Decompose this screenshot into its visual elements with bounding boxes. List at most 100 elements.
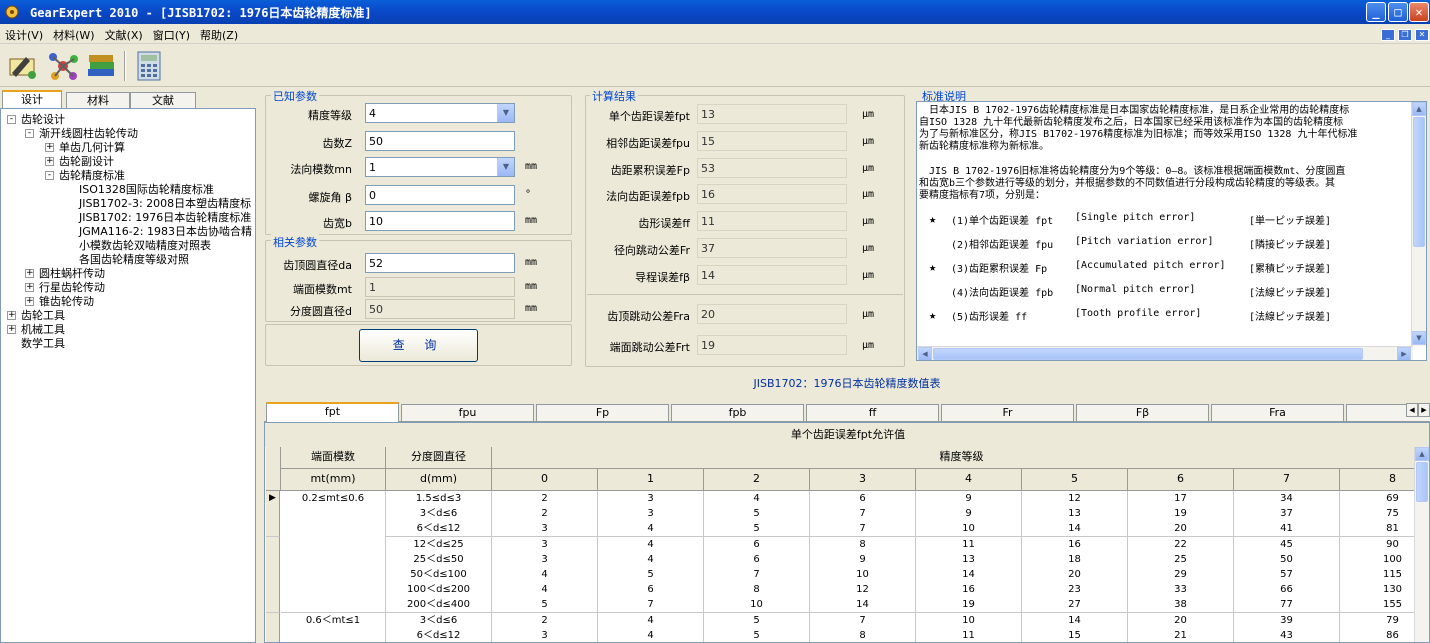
grid-cell-value[interactable]: 3 <box>492 551 598 568</box>
row-header[interactable] <box>266 597 280 614</box>
grid-cell-value[interactable]: 13 <box>1022 506 1128 523</box>
grid-cell-value[interactable]: 2 <box>492 612 598 629</box>
dropdown-arrow-icon[interactable]: ▼ <box>497 104 514 122</box>
expand-icon[interactable]: + <box>25 269 34 278</box>
tree-item[interactable]: 渐开线圆柱齿轮传动 <box>39 127 138 141</box>
grid-cell-value[interactable]: 4 <box>704 491 810 507</box>
grid-cell-value[interactable]: 33 <box>1128 582 1234 599</box>
grid-cell-value[interactable]: 37 <box>1234 506 1340 523</box>
mdi-minimize-icon[interactable]: _ <box>1381 29 1395 41</box>
grid-cell-value[interactable]: 57 <box>1234 567 1340 583</box>
grid-cell-value[interactable]: 43 <box>1234 627 1340 642</box>
grid-cell-value[interactable]: 12 <box>1022 491 1128 507</box>
grid-cell-value[interactable]: 25 <box>1128 551 1234 568</box>
grid-cell-value[interactable]: 6 <box>704 551 810 568</box>
expand-icon[interactable]: + <box>25 297 34 306</box>
menu-help[interactable]: 帮助(Z) <box>195 24 243 46</box>
row-header[interactable] <box>266 536 280 553</box>
row-header[interactable] <box>266 521 280 538</box>
grid-cell-value[interactable]: 14 <box>810 597 916 614</box>
row-header[interactable] <box>266 627 280 642</box>
known-field-input[interactable]: 0 <box>365 185 515 205</box>
grid-cell-value[interactable]: 5 <box>492 597 598 614</box>
tab-design[interactable]: 设计 <box>2 90 62 108</box>
menu-window[interactable]: 窗口(Y) <box>148 24 195 46</box>
grid-cell-value[interactable]: 27 <box>1022 597 1128 614</box>
grid-cell-value[interactable]: 20 <box>1128 521 1234 538</box>
tab-literature[interactable]: 文献 <box>130 92 196 108</box>
tree-item[interactable]: 小模数齿轮双啮精度对照表 <box>79 239 211 253</box>
grid-cell-mt[interactable] <box>281 536 386 553</box>
expand-icon[interactable]: + <box>45 143 54 152</box>
grid-cell-value[interactable]: 10 <box>704 597 810 614</box>
grid-cell-value[interactable]: 14 <box>1022 612 1128 629</box>
notes-scroll-thumb[interactable] <box>1413 117 1425 247</box>
grid-cell-value[interactable]: 3 <box>492 536 598 553</box>
grid-cell-value[interactable]: 14 <box>916 567 1022 583</box>
grid-cell-value[interactable]: 77 <box>1234 597 1340 614</box>
menu-literature[interactable]: 文献(X) <box>100 24 148 46</box>
grid-cell-d[interactable]: 6＜d≤12 <box>386 521 492 538</box>
row-header[interactable] <box>266 567 280 583</box>
tree-item[interactable]: ISO1328国际齿轮精度标准 <box>79 183 214 197</box>
grid-cell-value[interactable]: 2 <box>492 506 598 523</box>
grid-cell-d[interactable]: 12＜d≤25 <box>386 536 492 553</box>
grid-cell-value[interactable]: 7 <box>810 521 916 538</box>
notes-vertical-scrollbar[interactable]: ▲ ▼ <box>1411 102 1426 346</box>
row-header[interactable] <box>266 551 280 568</box>
grid-cell-value[interactable]: 4 <box>598 551 704 568</box>
table-tab[interactable]: Fr <box>941 404 1074 421</box>
grid-cell-value[interactable]: 4 <box>492 582 598 599</box>
notes-hscroll-thumb[interactable] <box>933 348 1363 360</box>
tree-item[interactable]: JISB1702: 1976日本齿轮精度标准 <box>79 211 251 225</box>
grid-cell-value[interactable]: 3 <box>492 627 598 642</box>
collapse-icon[interactable]: - <box>7 115 16 124</box>
collapse-icon[interactable]: - <box>45 171 54 180</box>
known-field-select[interactable]: 1 ▼ <box>365 157 515 177</box>
grid-cell-value[interactable]: 5 <box>704 627 810 642</box>
grid-cell-value[interactable]: 7 <box>598 597 704 614</box>
grid-cell-value[interactable]: 4 <box>492 567 598 583</box>
grid-cell-value[interactable]: 23 <box>1022 582 1128 599</box>
menu-material[interactable]: 材料(W) <box>48 24 99 46</box>
grid-cell-d[interactable]: 100＜d≤200 <box>386 582 492 599</box>
known-field-input[interactable]: 10 <box>365 211 515 231</box>
grid-cell-value[interactable]: 16 <box>1022 536 1128 553</box>
tree-item[interactable]: 齿轮设计 <box>21 113 65 127</box>
tree-item[interactable]: JGMA116-2: 1983日本齿协啮合精 <box>79 225 252 239</box>
grid-cell-value[interactable]: 3 <box>598 506 704 523</box>
scroll-left-icon[interactable]: ◀ <box>918 347 932 360</box>
tree-item[interactable]: JISB1702-3: 2008日本塑齿精度标 <box>79 197 251 211</box>
grid-cell-value[interactable]: 8 <box>810 627 916 642</box>
mdi-restore-icon[interactable]: ❐ <box>1398 29 1412 41</box>
tree-item[interactable]: 圆柱蜗杆传动 <box>39 267 105 281</box>
grid-cell-mt[interactable]: 0.2≤mt≤0.6 <box>281 491 386 507</box>
grid-cell-value[interactable]: 14 <box>1022 521 1128 538</box>
grid-cell-value[interactable]: 19 <box>1128 506 1234 523</box>
grid-cell-d[interactable]: 200＜d≤400 <box>386 597 492 614</box>
expand-icon[interactable]: + <box>7 311 16 320</box>
grid-cell-value[interactable]: 8 <box>704 582 810 599</box>
scroll-up-icon[interactable]: ▲ <box>1412 102 1426 116</box>
row-header[interactable] <box>266 582 280 599</box>
grid-cell-value[interactable]: 7 <box>810 506 916 523</box>
grid-cell-value[interactable]: 15 <box>1022 627 1128 642</box>
row-header[interactable]: ▶ <box>266 491 280 507</box>
minimize-button[interactable]: _ <box>1366 2 1386 22</box>
grid-cell-value[interactable]: 8 <box>810 536 916 553</box>
expand-icon[interactable]: + <box>45 157 54 166</box>
grid-cell-value[interactable]: 13 <box>916 551 1022 568</box>
tree-item[interactable]: 各国齿轮精度等级对照 <box>79 253 189 267</box>
grid-cell-value[interactable]: 2 <box>492 491 598 507</box>
grid-cell-value[interactable]: 3 <box>492 521 598 538</box>
row-header[interactable] <box>266 612 280 629</box>
grid-cell-value[interactable]: 5 <box>704 521 810 538</box>
calculator-icon[interactable] <box>132 49 166 83</box>
table-tab[interactable]: Fβ <box>1076 404 1209 421</box>
expand-icon[interactable]: + <box>25 283 34 292</box>
grid-cell-value[interactable]: 5 <box>704 506 810 523</box>
grid-cell-value[interactable]: 11 <box>916 627 1022 642</box>
grid-cell-value[interactable]: 6 <box>704 536 810 553</box>
grid-cell-value[interactable]: 20 <box>1128 612 1234 629</box>
grid-cell-value[interactable]: 11 <box>916 536 1022 553</box>
